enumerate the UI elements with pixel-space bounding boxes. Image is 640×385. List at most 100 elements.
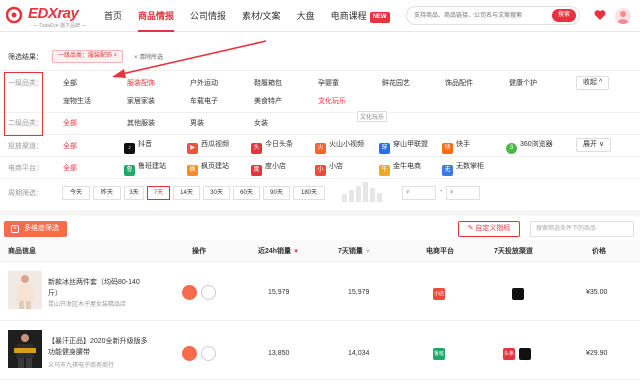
- period-yesterday[interactable]: 昨天: [93, 186, 121, 200]
- level1-option-flowers[interactable]: 鲜花园艺: [382, 78, 410, 88]
- price-max-input[interactable]: ¥: [446, 186, 480, 200]
- custom-metric-button[interactable]: ✎ 自定义指标: [458, 221, 520, 237]
- platform-option-jinniu[interactable]: 牛金牛电商: [379, 161, 421, 176]
- level1-option-home[interactable]: 家居家装: [127, 96, 155, 106]
- period-60d[interactable]: 60天: [233, 186, 260, 200]
- sort-desc-icon: ▼: [293, 249, 300, 255]
- period-14d[interactable]: 14天: [173, 186, 200, 200]
- wushu-icon: 无: [442, 165, 453, 176]
- col-sales-7d[interactable]: 7天销量 ▼: [338, 246, 371, 256]
- level1-option-apparel[interactable]: 服装配饰: [127, 78, 155, 88]
- table-row[interactable]: 【暴汗正品】2020全新升级版多功能健身腰带 义乌市九祺电子商务商行 13,85…: [0, 322, 640, 380]
- toutiao-icon: 头: [251, 143, 262, 154]
- global-search-button[interactable]: 搜索: [552, 9, 576, 22]
- filter-result-label: 筛选结果：: [8, 54, 43, 61]
- custom-metric-label: 自定义指标: [475, 225, 511, 232]
- douyin-channel-icon: [519, 348, 531, 360]
- level1-option-accessories[interactable]: 饰品配件: [445, 78, 473, 88]
- platform-option-wushu[interactable]: 无无数掌柜: [442, 161, 484, 176]
- price-histogram-icon: [342, 182, 382, 202]
- level2-option-other[interactable]: 其他服装: [127, 118, 155, 128]
- level2-option-women[interactable]: 女装: [254, 118, 268, 128]
- platform-option-fengye[interactable]: 枫枫页建站: [187, 161, 229, 176]
- level2-option-all[interactable]: 全部: [63, 118, 77, 128]
- level2-option-men[interactable]: 男装: [190, 118, 204, 128]
- product-name[interactable]: 【暴汗正品】2020全新升级版多功能健身腰带: [48, 336, 150, 358]
- global-search-input[interactable]: [414, 7, 548, 24]
- edxray-logo[interactable]: EDXray — DataEye 旗下品牌 —: [6, 4, 88, 29]
- table-row[interactable]: 新款冰丝两件套（均码80-140斤） 昆山开发区木子屋女装精品店 15,979 …: [0, 263, 640, 321]
- level1-option-health[interactable]: 健康个护: [509, 78, 537, 88]
- period-today[interactable]: 今天: [62, 186, 90, 200]
- sort-icon: ▼: [364, 249, 371, 255]
- col-sales-24h[interactable]: 近24h销量 ▼: [258, 246, 299, 256]
- product-name[interactable]: 新款冰丝两件套（均码80-140斤）: [48, 277, 150, 299]
- nav-product-intel[interactable]: 商品情报: [130, 0, 182, 32]
- clear-filters-link[interactable]: × 清除所选: [134, 52, 163, 61]
- shop-name[interactable]: 义乌市九祺电子商务商行: [48, 360, 114, 369]
- channel-option-huoshan[interactable]: 火火山小视频: [315, 139, 364, 154]
- shop-name[interactable]: 昆山开发区木子屋女装精品店: [48, 299, 126, 308]
- col-sales-7d-label: 7天销量: [338, 248, 363, 255]
- period-30d[interactable]: 30天: [203, 186, 230, 200]
- nav-company-intel[interactable]: 公司情报: [182, 0, 234, 32]
- duxiaodian-icon: 度: [251, 165, 262, 176]
- platform-option-all[interactable]: 全部: [63, 163, 77, 173]
- channel-option-toutiao[interactable]: 头今日头条: [251, 139, 293, 154]
- luban-platform-icon: 鲁班: [433, 348, 445, 360]
- period-3d[interactable]: 3天: [124, 186, 144, 200]
- channel-option-all[interactable]: 全部: [63, 141, 77, 151]
- col-actions: 操作: [192, 248, 206, 255]
- level1-option-shoes-bags[interactable]: 鞋履箱包: [254, 78, 282, 88]
- period-180d[interactable]: 180天: [293, 186, 325, 200]
- page: EDXray — DataEye 旗下品牌 — 首页 商品情报 公司情报 素材/…: [0, 0, 640, 385]
- period-90d[interactable]: 90天: [263, 186, 290, 200]
- toutiao-channel-icon: 头条: [503, 348, 515, 360]
- nav-courses[interactable]: 电商课程 NEW: [323, 0, 398, 32]
- user-avatar[interactable]: [615, 8, 631, 24]
- channel-option-pangle[interactable]: 穿穿山甲联盟: [379, 139, 428, 154]
- channel-option-xigua[interactable]: ▶ 西瓜视频: [187, 139, 229, 154]
- logo-name: EDXray: [28, 5, 79, 22]
- huoshan-icon: 火: [315, 143, 326, 154]
- platform-option-duxiaodian[interactable]: 度度小店: [251, 161, 286, 176]
- channel-option-360[interactable]: 3 360浏览器: [506, 139, 553, 154]
- favorite-heart-icon[interactable]: [201, 285, 216, 300]
- period-7d[interactable]: 7天: [147, 186, 170, 200]
- new-badge: NEW: [369, 12, 390, 23]
- level1-option-baby[interactable]: 孕婴童: [318, 78, 339, 88]
- platform-option-luban[interactable]: 鲁鲁班建站: [124, 161, 166, 176]
- level1-option-culture[interactable]: 文化玩乐: [318, 96, 346, 106]
- sales-7d: 15,979: [348, 289, 370, 296]
- level1-option-pets[interactable]: 宠物生活: [63, 96, 91, 106]
- level1-option-outdoor[interactable]: 户外运动: [190, 78, 218, 88]
- nav-home[interactable]: 首页: [96, 0, 130, 32]
- analysis-action-icon[interactable]: [182, 285, 197, 300]
- active-filter-tag[interactable]: 一级品类：服装配饰 ×: [52, 50, 124, 63]
- nav-market[interactable]: 大盘: [289, 0, 323, 32]
- analysis-action-icon[interactable]: [182, 346, 197, 361]
- logo-mark-icon: [6, 6, 23, 24]
- table-search-input[interactable]: 搜索筛选条件下的商品: [530, 221, 634, 237]
- expand-channels-button[interactable]: 展开 ∨: [576, 138, 612, 152]
- product-thumbnail: [8, 330, 42, 368]
- multi-filter-button[interactable]: + 多维度筛选: [4, 221, 67, 237]
- kuaishou-icon: 快: [442, 143, 453, 154]
- collapse-button[interactable]: 收起 ^: [576, 76, 610, 90]
- channel-option-kuaishou[interactable]: 快快手: [442, 139, 470, 154]
- divider: [0, 178, 640, 179]
- platform-option-xiaodian[interactable]: 小小店: [315, 161, 343, 176]
- price-min-input[interactable]: ¥: [402, 186, 436, 200]
- sales-24h: 15,979: [268, 289, 290, 296]
- level1-option-all[interactable]: 全部: [63, 78, 77, 88]
- multi-filter-label: 多维度筛选: [24, 225, 59, 232]
- col-platform: 电商平台: [426, 248, 454, 255]
- favorites-heart-icon[interactable]: [594, 9, 606, 21]
- platform-fengye-label: 枫页建站: [201, 163, 229, 170]
- nav-materials[interactable]: 素材/文案: [234, 0, 289, 32]
- level1-option-car-electronics[interactable]: 车载电子: [190, 96, 218, 106]
- channel-option-douyin[interactable]: ♪ 抖音: [124, 139, 152, 154]
- col-price: 价格: [592, 248, 606, 255]
- level1-option-food[interactable]: 美食特产: [254, 96, 282, 106]
- favorite-heart-icon[interactable]: [201, 346, 216, 361]
